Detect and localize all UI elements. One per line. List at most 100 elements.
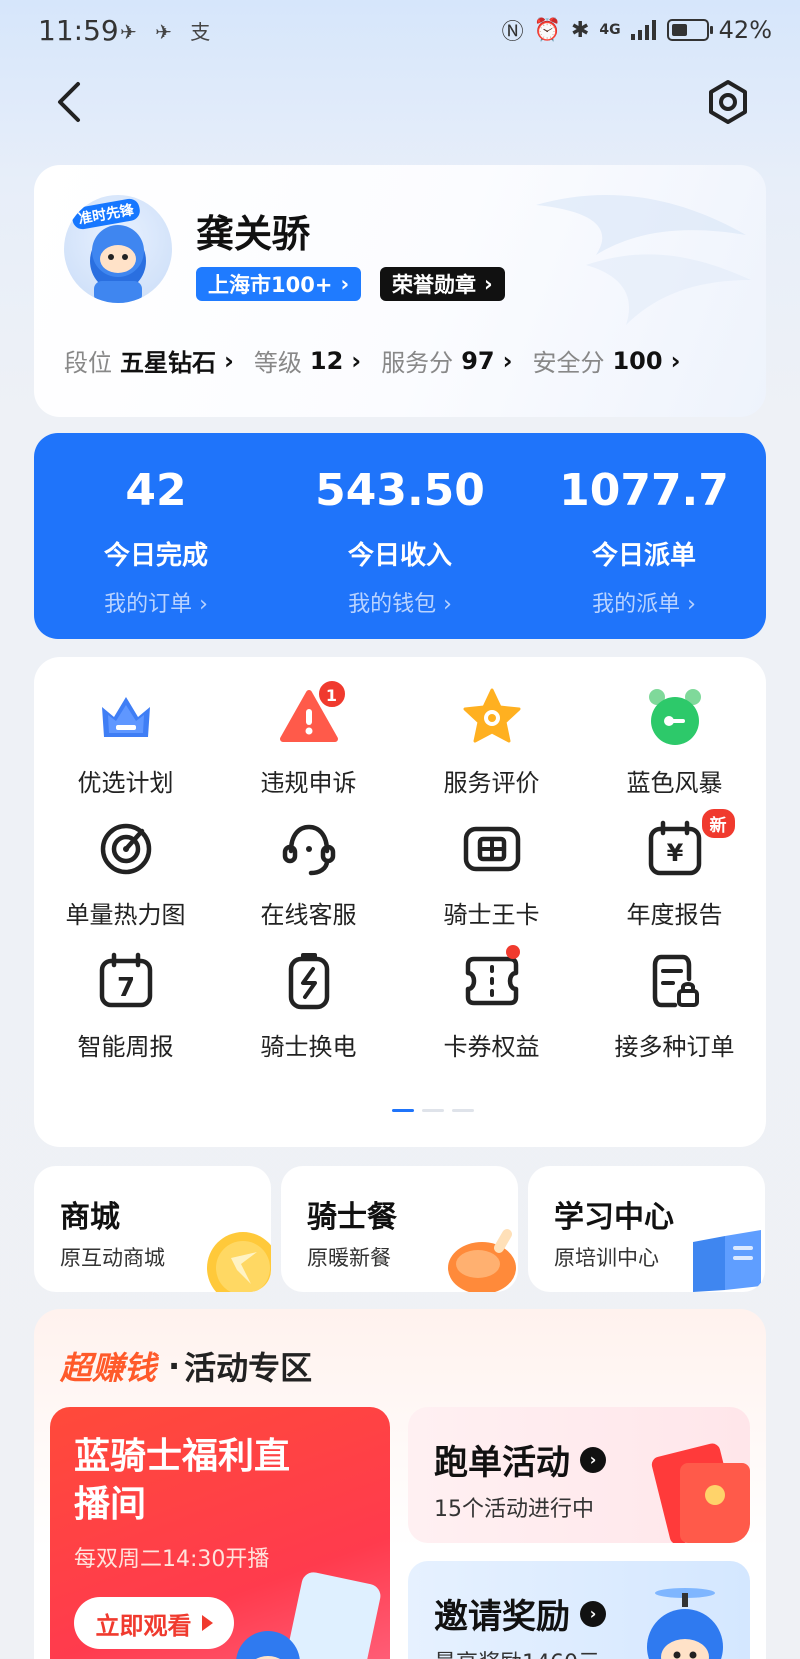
stat-value: 五星钻石 bbox=[120, 349, 216, 377]
summary-title: 今日完成 bbox=[103, 541, 208, 571]
grid-item-label: 骑士换电 bbox=[260, 1033, 357, 1061]
hot-label: 超赚钱 bbox=[60, 1349, 157, 1387]
city-rank-tag[interactable]: 上海市100+ › bbox=[196, 267, 362, 301]
mini-card-subtitle: 原暖新餐 bbox=[307, 1246, 391, 1270]
grid-item-label: 优选计划 bbox=[77, 769, 174, 797]
grid-item-multi-orders[interactable]: 接多种订单 bbox=[583, 949, 766, 1061]
invite-title: 邀请奖励 › bbox=[434, 1589, 606, 1638]
live-stream-card[interactable]: 蓝骑士福利直播间 每双周二14:30开播 立即观看 bbox=[50, 1407, 390, 1659]
mini-card-subtitle: 原互动商城 bbox=[60, 1246, 165, 1270]
invite-reward-card[interactable]: 邀请奖励 › 最高奖励1460元 bbox=[408, 1561, 750, 1659]
stat-service-score[interactable]: 服务分 97 › bbox=[381, 343, 512, 378]
mini-card-title: 商城 bbox=[60, 1200, 120, 1235]
calendar-yuan-icon: ¥ 新 bbox=[643, 807, 737, 881]
grid-item-rider-card[interactable]: 骑士王卡 bbox=[400, 817, 583, 929]
chicken-leg-icon bbox=[448, 1229, 516, 1292]
summary-value: 42 bbox=[125, 465, 187, 516]
avatar[interactable]: 准时先锋 bbox=[64, 195, 172, 303]
coupon-icon bbox=[460, 945, 524, 1013]
chevron-right-circle-icon: › bbox=[580, 1600, 606, 1627]
stat-rank[interactable]: 段位 五星钻石 › bbox=[64, 343, 234, 378]
mall-card[interactable]: 商城 原互动商城 bbox=[34, 1166, 271, 1292]
grid-item-battery-swap[interactable]: 骑士换电 bbox=[217, 949, 400, 1061]
profile-stats: 段位 五星钻石 › 等级 12 › 服务分 97 › 安全分 100 › bbox=[64, 343, 680, 378]
chevron-right-icon: › bbox=[340, 272, 350, 296]
headset-icon bbox=[277, 817, 341, 881]
grid-item-online-support[interactable]: 在线客服 bbox=[217, 817, 400, 929]
mini-card-title: 学习中心 bbox=[554, 1200, 674, 1235]
alarm-icon: ⏰ bbox=[533, 17, 561, 43]
page-dot bbox=[452, 1109, 474, 1112]
grid-item-label: 单量热力图 bbox=[65, 901, 186, 929]
grid-item-label: 年度报告 bbox=[626, 901, 723, 929]
grid-item-service-rating[interactable]: 服务评价 bbox=[400, 685, 583, 797]
run-activity-label: 跑单活动 bbox=[434, 1443, 570, 1483]
grid-item-label: 违规申诉 bbox=[260, 769, 357, 797]
status-bar: 11:59 ✈ ✈ 支 Ⓝ ⏰ ✱ 4G 42% bbox=[0, 0, 800, 60]
mini-card-title: 骑士餐 bbox=[307, 1200, 397, 1235]
run-activity-subtitle: 15个活动进行中 bbox=[434, 1497, 594, 1522]
appeal-count-badge: 1 bbox=[316, 679, 347, 709]
learning-center-card[interactable]: 学习中心 原培训中心 bbox=[528, 1166, 765, 1292]
propeller-mascot-icon bbox=[647, 1588, 723, 1659]
stat-safety-score[interactable]: 安全分 100 › bbox=[532, 343, 680, 378]
chevron-right-circle-icon: › bbox=[580, 1446, 606, 1473]
order-list-icon bbox=[643, 949, 707, 1013]
city-rank-label: 上海市100+ bbox=[208, 273, 333, 297]
grid-item-label: 智能周报 bbox=[77, 1033, 174, 1061]
my-dispatch-link[interactable]: 我的派单 › bbox=[522, 586, 766, 618]
red-envelope-icon bbox=[651, 1443, 750, 1543]
grid-item-coupons[interactable]: 卡券权益 bbox=[400, 945, 583, 1061]
back-button[interactable] bbox=[52, 80, 92, 124]
grid-item-blue-storm[interactable]: 蓝色风暴 bbox=[583, 685, 766, 797]
summary-income[interactable]: 543.50 今日收入 我的钱包 › bbox=[278, 433, 522, 639]
my-orders-link[interactable]: 我的订单 › bbox=[34, 586, 278, 618]
activity-header: 超赚钱 · 活动专区 bbox=[60, 1343, 312, 1389]
new-badge: 新 bbox=[699, 807, 737, 840]
grid-item-weekly-report[interactable]: 7 智能周报 bbox=[34, 949, 217, 1061]
grid-item-annual-report[interactable]: ¥ 新 年度报告 bbox=[583, 807, 766, 929]
chevron-right-icon: › bbox=[502, 346, 513, 375]
watch-now-label: 立即观看 bbox=[95, 1611, 192, 1640]
stat-label: 段位 bbox=[64, 349, 112, 377]
chevron-right-icon: › bbox=[484, 272, 493, 296]
my-wallet-link[interactable]: 我的钱包 › bbox=[278, 586, 522, 618]
rider-meal-card[interactable]: 骑士餐 原暖新餐 bbox=[281, 1166, 518, 1292]
chevron-left-icon bbox=[58, 82, 80, 122]
honor-medal-label: 荣誉勋章 bbox=[392, 273, 476, 297]
grid-item-label: 在线客服 bbox=[260, 901, 357, 929]
stat-label: 安全分 bbox=[532, 349, 605, 377]
signal-icon bbox=[630, 20, 656, 40]
summary-dispatch[interactable]: 1077.7 今日派单 我的派单 › bbox=[522, 433, 766, 639]
grid-item-heatmap[interactable]: 单量热力图 bbox=[34, 817, 217, 929]
bluetooth-icon: ✱ bbox=[570, 17, 590, 43]
grid-item-preferred-plan[interactable]: 优选计划 bbox=[34, 685, 217, 797]
chevron-right-icon: › bbox=[670, 346, 681, 375]
heatmap-icon bbox=[94, 817, 158, 881]
wing-decoration bbox=[536, 195, 751, 325]
stat-label: 等级 bbox=[253, 349, 302, 377]
watch-now-button[interactable]: 立即观看 bbox=[74, 1597, 234, 1649]
calendar-seven-icon: 7 bbox=[94, 949, 158, 1013]
status-right: Ⓝ ⏰ ✱ 4G 42% bbox=[502, 14, 772, 46]
stat-value: 97 bbox=[461, 346, 495, 375]
stat-level[interactable]: 等级 12 › bbox=[254, 343, 361, 378]
crown-icon bbox=[94, 685, 158, 749]
invite-subtitle: 最高奖励1460元 bbox=[434, 1645, 600, 1659]
settings-button[interactable] bbox=[704, 78, 752, 126]
sim-card-icon bbox=[460, 817, 524, 881]
summary-value: 1077.7 bbox=[559, 465, 729, 516]
gear-icon bbox=[709, 80, 747, 124]
activity-title: 活动专区 bbox=[184, 1349, 313, 1387]
running-activity-card[interactable]: 跑单活动 › 15个活动进行中 bbox=[408, 1407, 750, 1543]
invite-label: 邀请奖励 bbox=[434, 1597, 570, 1637]
battery-swap-icon bbox=[277, 949, 341, 1013]
honor-medal-tag[interactable]: 荣誉勋章 › bbox=[380, 267, 505, 301]
summary-completed[interactable]: 42 今日完成 我的订单 › bbox=[34, 433, 278, 639]
separator-dot: · bbox=[168, 1347, 181, 1385]
daily-summary: 42 今日完成 我的订单 › 543.50 今日收入 我的钱包 › 1077.7… bbox=[34, 433, 766, 639]
grid-item-appeal[interactable]: 1 违规申诉 bbox=[217, 679, 400, 797]
stat-value: 12 bbox=[309, 346, 344, 375]
grid-item-label: 服务评价 bbox=[443, 769, 540, 797]
mini-card-subtitle: 原培训中心 bbox=[554, 1246, 659, 1270]
